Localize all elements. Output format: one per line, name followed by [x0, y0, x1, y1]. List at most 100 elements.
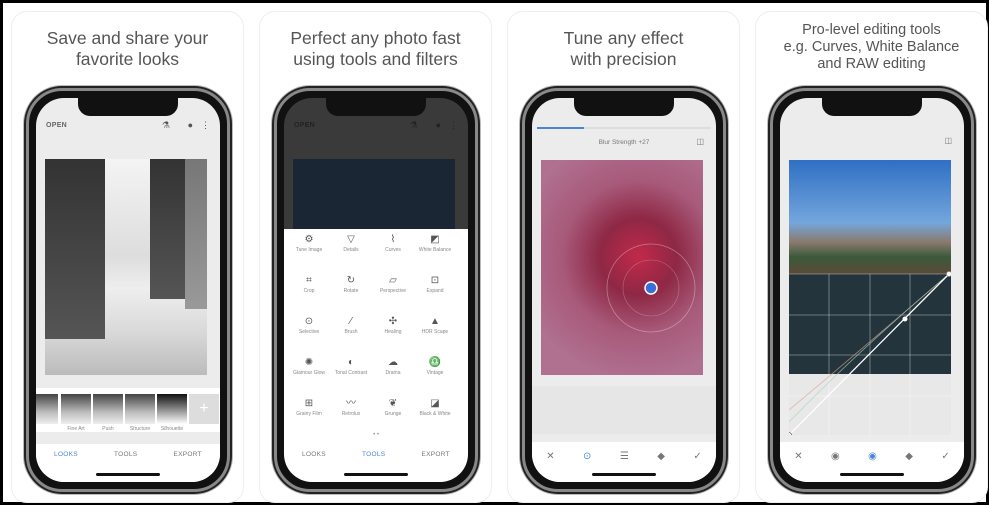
- focus-point-icon[interactable]: ⊙: [583, 451, 591, 462]
- home-indicator: [840, 473, 904, 476]
- adjust-sliders-icon[interactable]: ☰: [620, 451, 629, 462]
- caption-line: favorite looks: [75, 49, 180, 69]
- luminance-curve: [789, 273, 950, 435]
- phone-mockup: OPEN ⚗ ● ⋮ • • ⚙ Tune Image ▽ Details ⌇ Curve…: [274, 88, 478, 492]
- tool-label: Tune Image: [295, 247, 323, 253]
- tool-label: Glamour Glow: [293, 370, 325, 376]
- phone-screen: ◫ ✕ ◉ ◉ ◆ ✓: [780, 98, 964, 482]
- open-button[interactable]: OPEN: [46, 122, 67, 129]
- look-thumbnail-fine-art[interactable]: [61, 394, 91, 424]
- tab-tools[interactable]: TOOLS: [362, 451, 385, 458]
- tool-vintage[interactable]: ♎ Vintage: [414, 356, 456, 376]
- tool-details[interactable]: ▽ Details: [330, 233, 372, 253]
- curve-preset-icon[interactable]: ◉: [831, 451, 840, 462]
- tool-glamour-glow[interactable]: ✺ Glamour Glow: [288, 356, 330, 376]
- look-thumbnail-push[interactable]: [93, 394, 123, 424]
- grunge-icon: ❦: [388, 398, 398, 409]
- tool-label: Rotate: [343, 288, 359, 294]
- close-icon[interactable]: ✕: [794, 451, 802, 462]
- info-icon[interactable]: ●: [188, 120, 193, 130]
- focus-point-handle[interactable]: [644, 281, 658, 295]
- add-look-button[interactable]: +: [189, 394, 219, 424]
- tool-tune-image[interactable]: ⚙ Tune Image: [288, 233, 330, 253]
- adjust-header: Blur Strength +27 ◫: [532, 116, 716, 156]
- caption-line: Perfect any photo fast: [290, 28, 461, 48]
- look-label: Push: [102, 426, 114, 432]
- bottom-spacer: [532, 386, 716, 434]
- phone-screen: OPEN ⚗ ● ⋮ Fine Art Push Structure Silho…: [36, 98, 220, 482]
- more-vertical-icon[interactable]: ⋮: [201, 120, 210, 131]
- brush-icon: ⁄: [350, 316, 352, 327]
- styles-icon[interactable]: ◆: [905, 451, 913, 462]
- tool-curves[interactable]: ⌇ Curves: [372, 233, 414, 253]
- tool-perspective[interactable]: ▱ Perspective: [372, 274, 414, 294]
- tool-healing[interactable]: ✣ Healing: [372, 315, 414, 335]
- photo-preview: [45, 159, 207, 375]
- look-thumbnail[interactable]: [36, 394, 58, 424]
- tool-label: Curves: [385, 247, 401, 253]
- tool-crop[interactable]: ⌗ Crop: [288, 274, 330, 294]
- caption-line: with precision: [570, 49, 677, 69]
- close-icon[interactable]: ✕: [546, 451, 554, 462]
- caption-line: Tune any effect: [563, 28, 684, 48]
- drama-icon: ☁: [388, 357, 398, 368]
- tonal-contrast-icon: ◐: [347, 357, 355, 368]
- tool-drama[interactable]: ☁ Drama: [372, 356, 414, 376]
- more-vertical-icon: ⋮: [449, 120, 458, 130]
- edit-toolbar: ✕ ◉ ◉ ◆ ✓: [780, 442, 964, 470]
- curve-endpoint-high[interactable]: [946, 271, 952, 277]
- phone-mockup: OPEN ⚗ ● ⋮ Fine Art Push Structure Silho…: [26, 88, 230, 492]
- vintage-icon: ♎: [428, 357, 442, 368]
- tool-label: Grunge: [384, 411, 402, 417]
- tool-grainy-film[interactable]: ⊞ Grainy Film: [288, 397, 330, 417]
- look-thumbnail-silhouette[interactable]: [157, 394, 187, 424]
- tool-rotate[interactable]: ↻ Rotate: [330, 274, 372, 294]
- tab-export[interactable]: EXPORT: [174, 451, 202, 458]
- tool-label: Black & White: [419, 411, 451, 417]
- styles-icon[interactable]: ◆: [657, 451, 665, 462]
- photo-detail: [150, 159, 185, 299]
- photo-preview: [541, 160, 703, 375]
- perspective-icon: ▱: [389, 275, 397, 286]
- tool-white-balance[interactable]: ◩ White Balance: [414, 233, 456, 253]
- healing-icon: ✣: [388, 316, 398, 327]
- eye-icon[interactable]: ◉: [868, 451, 877, 462]
- top-bar: OPEN ⚗ ● ⋮: [36, 116, 220, 138]
- tab-tools[interactable]: TOOLS: [114, 451, 137, 458]
- compare-icon[interactable]: ◫: [944, 136, 952, 145]
- card-pro-tools: Pro-level editing tools e.g. Curves, Whi…: [755, 11, 988, 503]
- curves-editor[interactable]: [789, 160, 951, 435]
- compare-icon[interactable]: ◫: [696, 137, 704, 146]
- green-channel-curve: [789, 273, 950, 423]
- tool-label: Vintage: [426, 370, 444, 376]
- look-thumbnail-structure[interactable]: [125, 394, 155, 424]
- check-icon[interactable]: ✓: [941, 451, 949, 462]
- blur-strength-slider[interactable]: [537, 127, 711, 129]
- top-bar-dimmed: OPEN ⚗ ● ⋮: [284, 116, 468, 138]
- tool-expand[interactable]: ⊡ Expand: [414, 274, 456, 294]
- expand-icon: ⊡: [430, 275, 440, 286]
- tool-grunge[interactable]: ❦ Grunge: [372, 397, 414, 417]
- curve-control-point[interactable]: [902, 316, 908, 322]
- tab-looks[interactable]: LOOKS: [54, 451, 78, 458]
- page-indicator: • •: [373, 432, 379, 438]
- check-icon[interactable]: ✓: [693, 451, 701, 462]
- look-label: Silhouette: [160, 426, 184, 432]
- tab-looks[interactable]: LOOKS: [302, 451, 326, 458]
- tool-retrolux[interactable]: 〰 Retrolux: [330, 397, 372, 417]
- tool-brush[interactable]: ⁄ Brush: [330, 315, 372, 335]
- phone-notch: [822, 98, 922, 116]
- tool-selective[interactable]: ⊙ Selective: [288, 315, 330, 335]
- glamour-glow-icon: ✺: [304, 357, 314, 368]
- phone-mockup: ◫ ✕ ◉ ◉ ◆ ✓: [770, 88, 974, 492]
- focus-overlay: [606, 243, 696, 333]
- tool-hdr-scape[interactable]: ▲ HDR Scape: [414, 315, 456, 335]
- tab-export[interactable]: EXPORT: [422, 451, 450, 458]
- tool-label: Expand: [426, 288, 444, 294]
- tool-tonal-contrast[interactable]: ◐ Tonal Contrast: [330, 356, 372, 376]
- history-stack-icon[interactable]: ⚗: [162, 120, 170, 131]
- app-store-screenshot-strip: Save and share your favorite looks OPEN …: [3, 3, 988, 503]
- black-white-icon: ◪: [430, 398, 440, 409]
- plus-icon: +: [199, 400, 209, 417]
- tool-black-white[interactable]: ◪ Black & White: [414, 397, 456, 417]
